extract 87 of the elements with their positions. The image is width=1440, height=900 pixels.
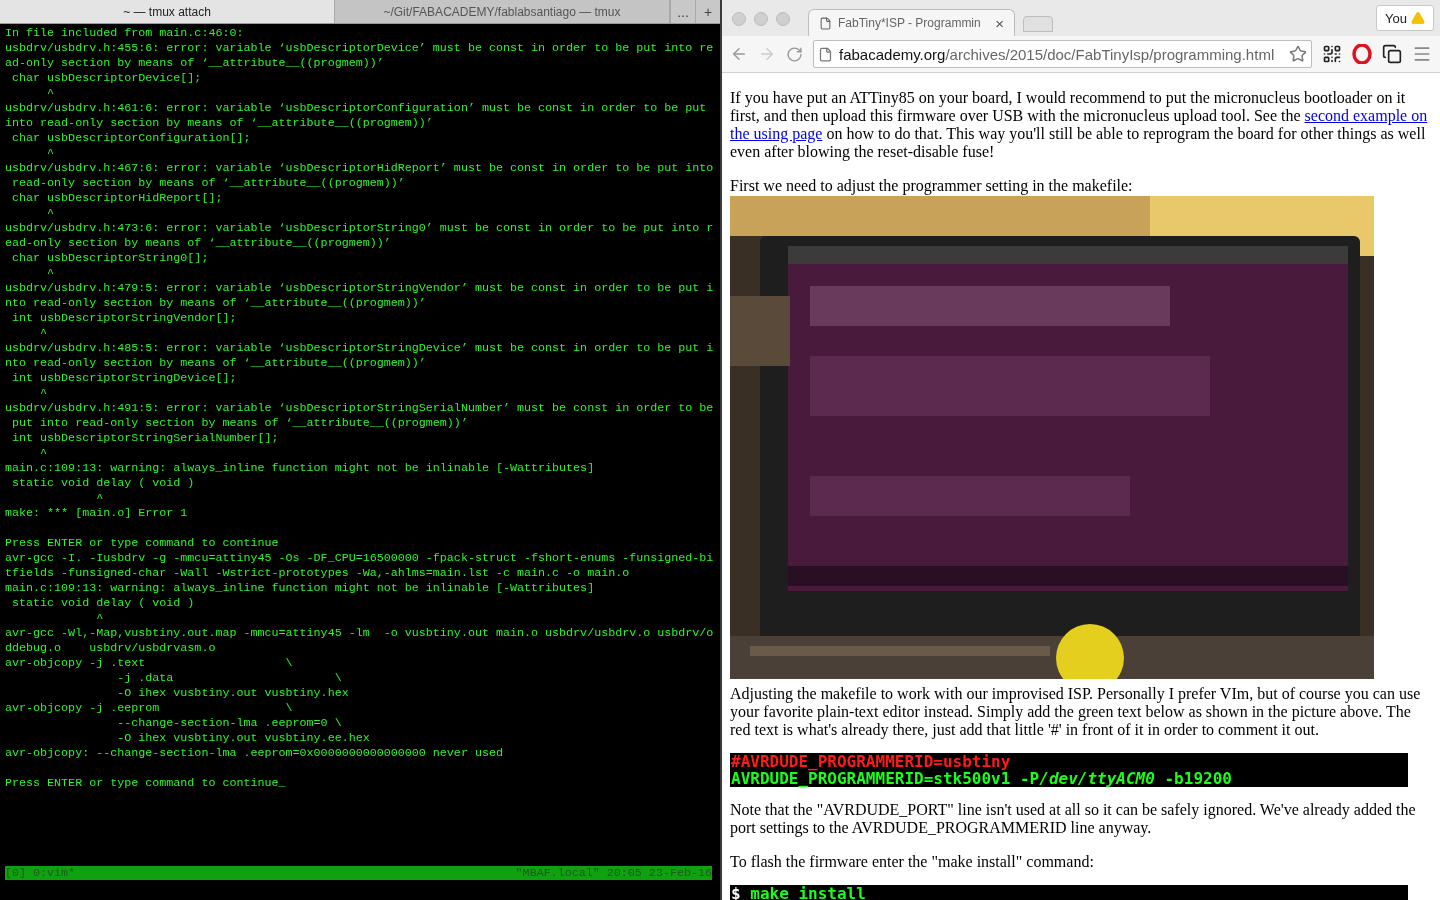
terminal-line: nto read-only section by means of ‘__attribute__((progmem))’ <box>5 356 427 371</box>
terminal-line: -O ihex vusbtiny.out vusbtiny.hex <box>116 686 350 701</box>
back-icon[interactable] <box>730 45 748 63</box>
terminal-line: char usbDescriptorHidReport[]; <box>11 191 224 206</box>
tab-overflow-button[interactable]: ... <box>670 0 695 23</box>
terminal-line: -j .data \ <box>116 671 343 686</box>
ring-icon[interactable] <box>1352 44 1372 64</box>
qr-code-icon[interactable] <box>1322 44 1342 64</box>
terminal-line: ^ <box>95 611 105 626</box>
code-text: -b19200 <box>1163 770 1232 787</box>
code-text: #AVRDUDE_PROGRAMMERID=usbtiny <box>731 753 1011 770</box>
terminal-line: main.c:109:13: warning: always_inline function might not be inlinable [-Wattributes] <box>5 461 596 476</box>
profile-button[interactable]: You <box>1376 5 1434 31</box>
paragraph: First we need to adjust the programmer setting in the makefile: <box>730 177 1134 195</box>
warning-icon <box>1411 11 1425 25</box>
terminal-line: ead-only section by means of ‘__attribute__((progmem))’ <box>5 236 392 251</box>
terminal-tab[interactable]: ~/Git/FABACADEMY/fablabsantiago — tmux <box>335 0 670 23</box>
terminal-line: tfields -funsigned-char -Wall -Wstrict-prototypes -Wa,-ahlms=main.lst -c main.c -o main.o <box>5 566 631 581</box>
host-clock: "MBAF.local" 20:05 23-Feb-16 <box>515 866 712 880</box>
new-tab-button[interactable] <box>1023 16 1053 32</box>
window-list: [0] 0:vim* <box>5 866 76 880</box>
terminal-line: ^ <box>39 326 49 341</box>
menu-icon[interactable] <box>1412 44 1432 64</box>
terminal-line: nto read-only section by means of ‘__attribute__((progmem))’ <box>5 296 427 311</box>
terminal-line: int usbDescriptorStringSerialNumber[]; <box>11 431 280 446</box>
terminal-line: int usbDescriptorStringVendor[]; <box>11 311 238 326</box>
terminal-line: ^ <box>95 491 105 506</box>
address-bar[interactable]: fabacademy.org/archives/2015/doc/FabTinyIsp/programming.html <box>813 40 1312 68</box>
terminal-line: usbdrv/usbdrv.h:461:6: error: variable ‘usbDescriptorConfiguration’ must be const in order to be put <box>5 101 708 116</box>
terminal-line: usbdrv/usbdrv.h:455:6: error: variable ‘usbDescriptorDevice’ must be const in order to be put into re <box>5 41 715 56</box>
code-text: /dev/ttyACM0 <box>1039 770 1155 787</box>
paragraph: If you have put an ATTiny85 on your board, I would recommend to put the micronucleus bootloader on it first, and then upload this firmware over USB with the micronucleus upload tool. See the second example on the using page on how to do that. This way you'll still be able to reprogram the board for other things as well even after blowing the reset-disable fuse! <box>730 89 1429 161</box>
browser-tab[interactable]: FabTiny*ISP - Programmin × <box>808 9 1015 36</box>
terminal-line: ^ <box>39 386 49 401</box>
zoom-light-icon[interactable] <box>776 12 790 26</box>
terminal-tab[interactable]: ~ — tmux attach <box>0 0 335 23</box>
terminal-line: avr-objcopy -j .eeprom \ <box>5 701 294 716</box>
forward-icon[interactable] <box>758 45 776 63</box>
close-light-icon[interactable] <box>732 12 746 26</box>
terminal-line: -O ihex vusbtiny.out vusbtiny.ee.hex <box>116 731 371 746</box>
terminal-line: char usbDescriptorConfiguration[]; <box>11 131 252 146</box>
terminal-line: make: *** [main.o] Error 1 <box>5 506 189 521</box>
terminal-line: char usbDescriptorString0[]; <box>11 251 210 266</box>
paragraph: Adjusting the makefile to work with our improvised ISP. Personally I prefer VIm, but of course you can use your favorite plain-text editor instead. Simply add the green text below as shown in the picture above. The red text is what's already there, just add that little '#' in front of it in order to comment it out. <box>730 685 1422 739</box>
close-button[interactable]: × <box>995 14 1004 32</box>
copy-icon[interactable] <box>1382 44 1402 64</box>
terminal-line: int usbDescriptorStringDevice[]; <box>11 371 238 386</box>
terminal-line: avr-gcc -I. -Iusbdrv -g -mmcu=attiny45 -Os -DF_CPU=16500000 -fpack-struct -fshort-enums -funsigned-bi <box>5 551 715 566</box>
link[interactable]: the using page <box>730 125 823 142</box>
minimize-light-icon[interactable] <box>754 12 768 26</box>
terminal-line: ^ <box>46 266 56 281</box>
new-tab-button[interactable]: + <box>695 0 720 23</box>
terminal-line: avr-gcc -Wl,-Map,vusbtiny.out.map -mmcu=attiny45 -lm -o vusbtiny.out main.o usbdrv/usbdrv.o usbdrv/o <box>5 626 715 641</box>
star-icon[interactable] <box>1289 45 1307 63</box>
reload-icon[interactable] <box>786 45 803 63</box>
terminal-line: usbdrv/usbdrv.h:485:5: error: variable ‘usbDescriptorStringDevice’ must be const in order to be put i <box>5 341 715 356</box>
terminal-line: avr-objcopy: --change-section-lma .eeprom=0x0000000000000000 never used <box>5 746 504 761</box>
paragraph: To flash the firmware enter the "make install" command: <box>730 853 1095 871</box>
terminal-line: usbdrv/usbdrv.h:479:5: error: variable ‘usbDescriptorStringVendor’ must be const in order to be put i <box>5 281 715 296</box>
terminal-line: ddebug.o usbdrv/usbdrvasm.o <box>5 641 217 656</box>
terminal-line: --change-section-lma .eeprom=0 \ <box>116 716 343 731</box>
page-icon <box>819 16 832 30</box>
terminal-line: Press ENTER or type command to continue_ <box>5 776 287 791</box>
terminal-line: static void delay ( void ) <box>11 596 196 611</box>
terminal-line: usbdrv/usbdrv.h:473:6: error: variable ‘usbDescriptorString0’ must be const in order to be put into r <box>5 221 715 236</box>
terminal-line: main.c:109:13: warning: always_inline function might not be inlinable [-Wattributes] <box>5 581 596 596</box>
terminal-line: char usbDescriptorDevice[]; <box>11 71 203 86</box>
page-icon <box>818 46 833 62</box>
paragraph: Note that the "AVRDUDE_PORT" line isn't used at all so it can be safely ignored. We've already added the port settings to the AVRDUDE_PROGRAMMERID line anyway. <box>730 801 1417 837</box>
terminal-line: ^ <box>39 446 49 461</box>
terminal-line: put into read-only section by means of ‘__attribute__((progmem))’ <box>11 416 469 431</box>
terminal-line: into read-only section by means of ‘__attribute__((progmem))’ <box>5 116 434 131</box>
link[interactable]: second example on <box>1304 107 1428 124</box>
terminal-line: read-only section by means of ‘__attribute__((progmem))’ <box>11 176 406 191</box>
terminal-line: ad-only section by means of ‘__attribute__((progmem))’ <box>5 56 385 71</box>
terminal-line: avr-objcopy -j .text \ <box>5 656 294 671</box>
terminal-line: ^ <box>46 86 56 101</box>
terminal-line: In file included from main.c:46:0: <box>5 26 245 41</box>
code-text: AVRDUDE_PROGRAMMERID=stk500v1 -P <box>731 770 1040 787</box>
terminal-line: usbdrv/usbdrv.h:467:6: error: variable ‘usbDescriptorHidReport’ must be const in order to be put into <box>5 161 715 176</box>
terminal-line: Press ENTER or type command to continue <box>5 536 280 551</box>
terminal-line: static void delay ( void ) <box>11 476 196 491</box>
terminal-line: ^ <box>46 206 56 221</box>
code-text: make install <box>749 885 866 900</box>
terminal-line: ^ <box>46 146 56 161</box>
terminal-line: usbdrv/usbdrv.h:491:5: error: variable ‘usbDescriptorStringSerialNumber’ must be const in order to be <box>5 401 715 416</box>
tab-title: FabTiny*ISP - Programmin <box>838 16 981 30</box>
